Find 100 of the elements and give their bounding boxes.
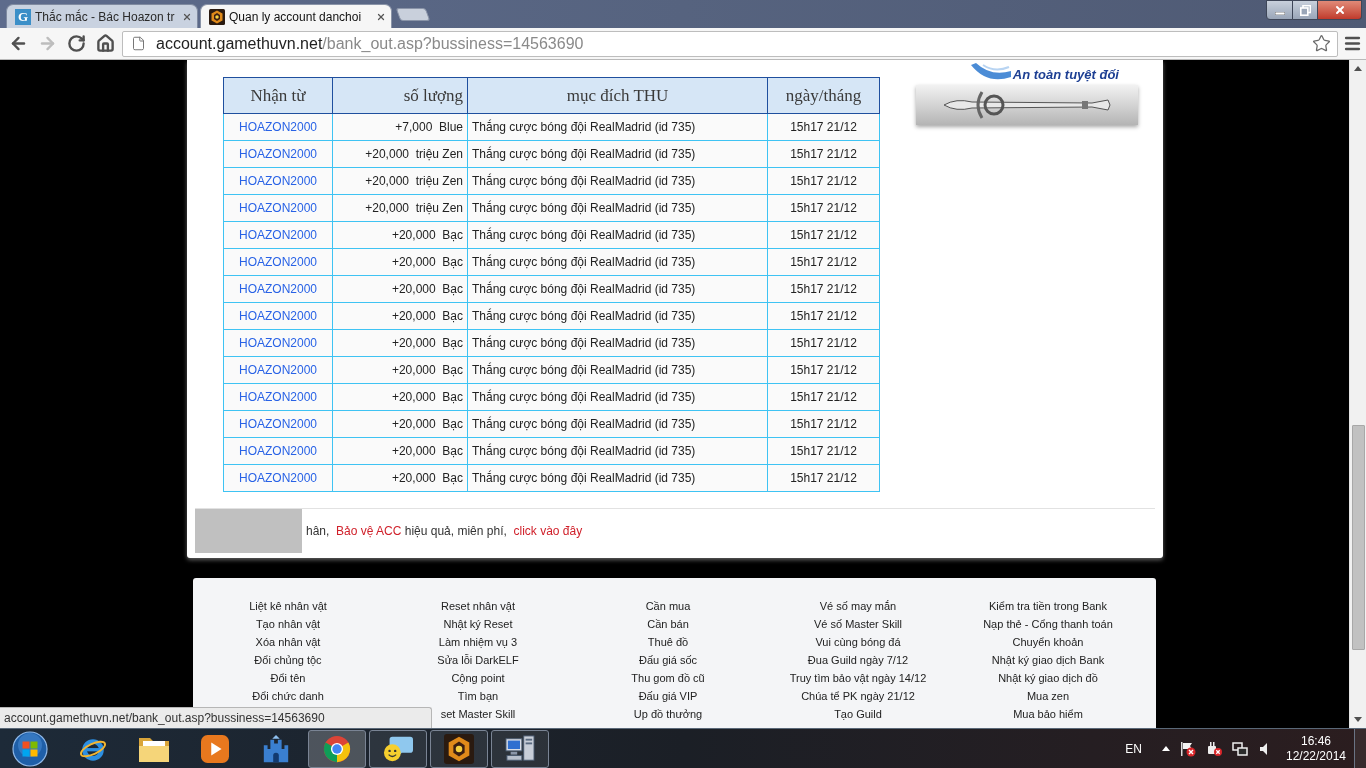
browser-tab[interactable]: Quan ly account danchoi — [200, 4, 392, 28]
close-button[interactable] — [1318, 0, 1362, 20]
footer-link[interactable]: Đấu giá VIP — [638, 687, 698, 705]
footer-link[interactable]: Up đồ thưởng — [633, 705, 703, 723]
footer-link[interactable]: Thuê đồ — [647, 633, 689, 651]
footer-link[interactable]: Sửa lỗi DarkELF — [437, 651, 519, 669]
taskbar-button[interactable] — [369, 729, 427, 768]
footer-link[interactable]: Cộng point — [451, 669, 505, 687]
flag-icon[interactable] — [1180, 740, 1196, 757]
restore-icon — [1299, 4, 1311, 16]
footer-link[interactable]: Vé số Master Skill — [814, 615, 902, 633]
protect-account-link[interactable]: Bảo vệ ACC — [336, 524, 402, 538]
purpose-cell: Thắng cược bóng đội RealMadrid (id 735) — [467, 464, 768, 492]
scroll-down-icon[interactable] — [1354, 717, 1362, 722]
footer-link[interactable]: Kiểm tra tiền trong Bank — [989, 597, 1107, 615]
footer-link[interactable]: Liệt kê nhân vật — [249, 597, 327, 615]
footer-link[interactable]: Xóa nhân vật — [255, 633, 321, 651]
purpose-cell: Thắng cược bóng đội RealMadrid (id 735) — [467, 275, 768, 303]
click-here-link[interactable]: click vào đây — [513, 524, 583, 538]
close-icon[interactable] — [376, 11, 386, 22]
footer-link[interactable]: set Master Skill — [440, 705, 516, 723]
footer-link[interactable]: Nạp thẻ - Cổng thanh toán — [983, 615, 1113, 633]
restore-button[interactable] — [1293, 0, 1318, 20]
column-header: Nhận từ — [223, 77, 333, 114]
footer-link[interactable]: Tạo nhân vật — [255, 615, 321, 633]
date-cell: 15h17 21/12 — [767, 167, 880, 195]
segmented-circle-icon — [322, 733, 352, 764]
footer-link[interactable]: Đổi tên — [270, 669, 306, 687]
purpose-cell: Thắng cược bóng đội RealMadrid (id 735) — [467, 140, 768, 168]
footer-link[interactable]: Nhật ký giao dịch Bank — [991, 651, 1105, 669]
banner-caption: An toàn tuyệt đối — [1012, 67, 1119, 82]
footer-link[interactable]: Đấu giá sốc — [638, 651, 698, 669]
amount-cell: +20,000 triệu Zen — [332, 167, 468, 195]
date-cell: 15h17 21/12 — [767, 140, 880, 168]
date-cell: 15h17 21/12 — [767, 383, 880, 411]
footer-link[interactable]: Đổi chức danh — [252, 687, 324, 705]
language-indicator[interactable]: EN — [1125, 739, 1142, 758]
footer-link[interactable]: Vé số may mắn — [819, 597, 897, 615]
close-icon[interactable] — [182, 11, 192, 22]
amount-cell: +20,000 triệu Zen — [332, 194, 468, 222]
minimize-button[interactable] — [1266, 0, 1293, 20]
footer-link[interactable]: Tạo Guild — [834, 705, 882, 723]
page-icon — [131, 35, 146, 52]
reload-icon[interactable] — [67, 34, 86, 53]
date-cell: 15h17 21/12 — [767, 275, 880, 303]
footer-link[interactable]: Cần bán — [647, 615, 689, 633]
amount-cell: +20,000 Bạc — [332, 437, 468, 465]
footer-link[interactable]: Nhật ký giao dịch đồ — [998, 669, 1098, 687]
footer-link[interactable]: Thu gom đồ cũ — [631, 669, 705, 687]
footer-link[interactable]: Truy tìm bảo vật ngày 14/12 — [789, 669, 927, 687]
amount-cell: +20,000 Bạc — [332, 302, 468, 330]
footer-link[interactable]: Reset nhân vật — [441, 597, 515, 615]
footer-link[interactable]: Cần mua — [645, 597, 691, 615]
close-icon — [1333, 4, 1346, 16]
back-icon[interactable] — [9, 34, 28, 53]
footer-link[interactable]: Chuyển khoản — [1012, 633, 1084, 651]
footer-link[interactable]: Nhật ký Reset — [443, 615, 513, 633]
scrollbar-thumb[interactable] — [1351, 425, 1365, 650]
clock-button[interactable]: 16:46 12/22/2014 — [1284, 733, 1348, 764]
address-bar[interactable]: account.gamethuvn.net/bank_out.asp?bussiness=14563690 — [122, 30, 1338, 57]
footer-link[interactable]: Mua zen — [1026, 687, 1070, 705]
taskbar-button[interactable] — [491, 729, 549, 768]
footer-link[interactable]: Đổi chủng tộc — [254, 651, 322, 669]
purpose-cell: Thắng cược bóng đội RealMadrid (id 735) — [467, 167, 768, 195]
scroll-up-icon[interactable] — [1354, 66, 1362, 71]
amount-cell: +20,000 Bạc — [332, 275, 468, 303]
footer-link[interactable]: Làm nhiệm vụ 3 — [438, 633, 518, 651]
footer-link[interactable]: Mua bảo hiểm — [1013, 705, 1083, 723]
purpose-cell: Thắng cược bóng đội RealMadrid (id 735) — [467, 248, 768, 276]
notice-text: hân, Bảo vệ ACC hiệu quả, miên phí, click vào đây — [306, 523, 583, 540]
power-plug-icon[interactable] — [1206, 740, 1222, 757]
footer-link[interactable]: Tìm bạn — [457, 687, 499, 705]
column-header: mục đích THU — [467, 77, 768, 114]
new-tab-button[interactable] — [395, 8, 431, 21]
column-header: ngày/tháng — [767, 77, 880, 114]
footer-link[interactable]: Chúa tể PK ngày 21/12 — [801, 687, 915, 705]
amount-cell: +20,000 triệu Zen — [332, 140, 468, 168]
taskbar-button[interactable] — [308, 729, 366, 768]
home-icon[interactable] — [96, 34, 115, 53]
footer-link[interactable]: Đua Guild ngày 7/12 — [807, 651, 909, 669]
status-url: account.gamethuvn.net/bank_out.asp?bussiness=14563690 — [0, 707, 432, 728]
taskbar-button[interactable] — [430, 729, 488, 768]
scrollbar[interactable] — [1349, 60, 1366, 728]
date-cell: 15h17 21/12 — [767, 221, 880, 249]
footer-link[interactable]: Vui cùng bóng đá — [815, 633, 901, 651]
network-icon[interactable] — [1232, 740, 1248, 757]
bookmark-star-icon[interactable] — [1312, 34, 1331, 53]
browser-tab[interactable]: G Thắc mắc - Bác Hoazon tr — [6, 4, 198, 28]
show-desktop-button[interactable] — [1354, 728, 1366, 768]
date-cell: 15h17 21/12 — [767, 248, 880, 276]
menu-icon[interactable] — [1342, 34, 1362, 53]
amount-cell: +20,000 Bạc — [332, 410, 468, 438]
purpose-cell: Thắng cược bóng đội RealMadrid (id 735) — [467, 113, 768, 141]
caret-up-icon[interactable] — [1162, 746, 1170, 751]
amount-cell: +20,000 Bạc — [332, 356, 468, 384]
date-cell: 15h17 21/12 — [767, 356, 880, 384]
minimize-icon — [1274, 11, 1285, 15]
start-orb-icon[interactable] — [12, 730, 48, 767]
amount-cell: +20,000 Bạc — [332, 221, 468, 249]
letter-tile-icon: G — [15, 8, 31, 25]
